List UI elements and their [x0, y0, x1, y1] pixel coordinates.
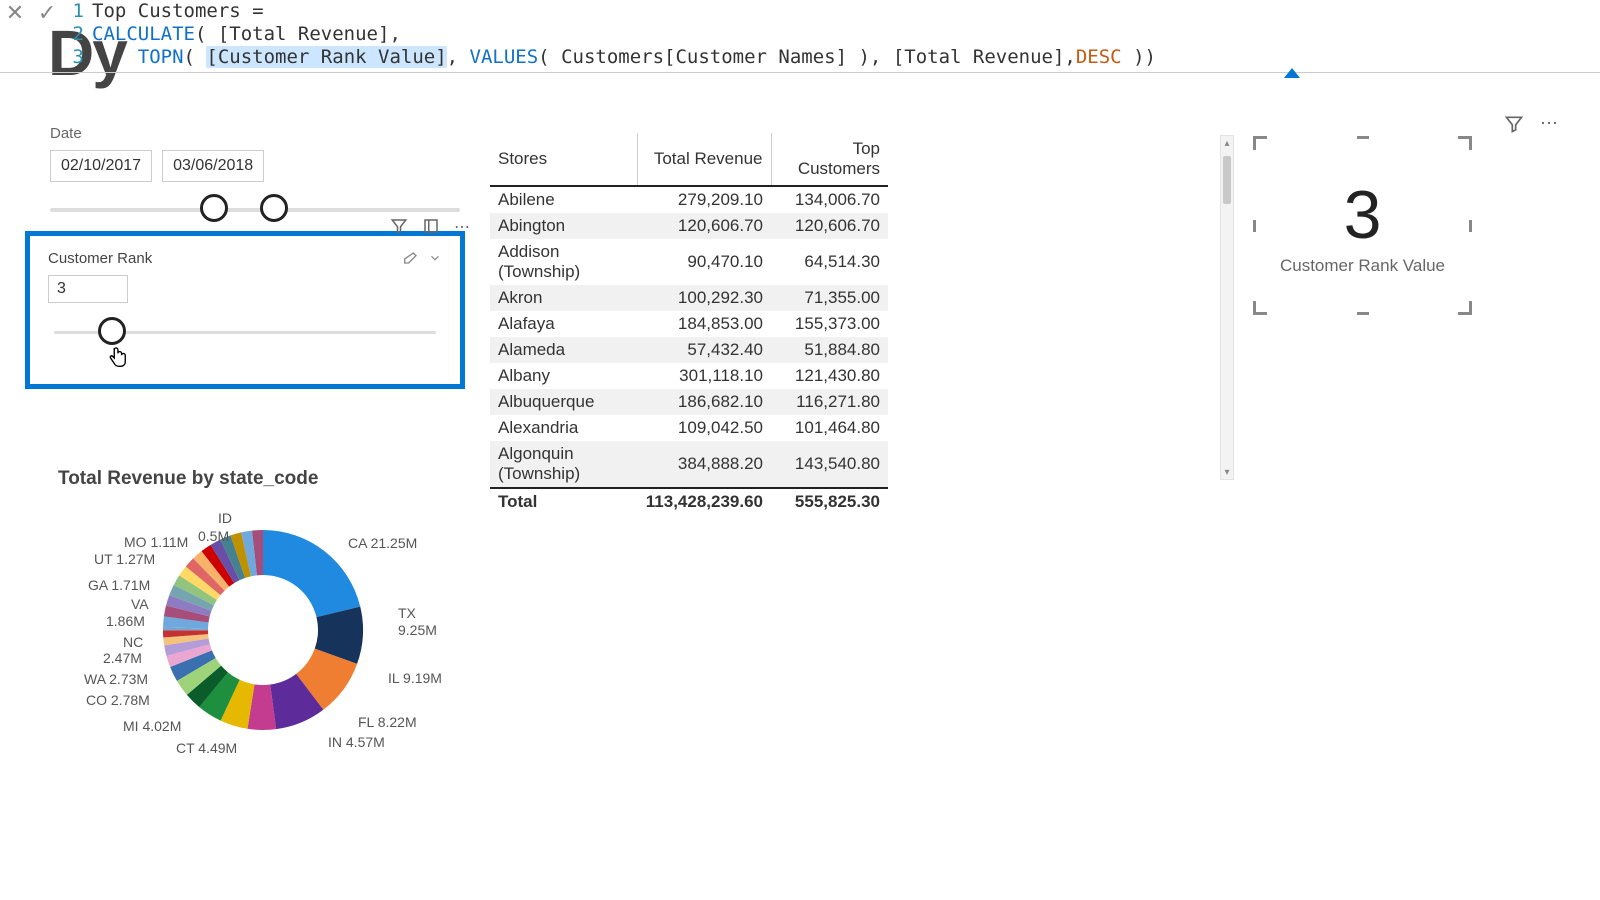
- donut-label: CA 21.25M: [348, 535, 417, 551]
- donut-title: Total Revenue by state_code: [58, 468, 488, 490]
- table-row[interactable]: Addison (Township)90,470.1064,514.30: [490, 239, 888, 285]
- col-top-customers[interactable]: Top Customers: [771, 133, 888, 186]
- rank-slider-handle[interactable]: [98, 317, 126, 345]
- donut-label: 1.86M: [106, 613, 145, 629]
- filter-icon[interactable]: [1504, 114, 1524, 134]
- donut-slice-CA[interactable]: [263, 530, 360, 617]
- date-slicer-title: Date: [50, 125, 460, 142]
- report-canvas: ⋯ Date 02/10/2017 03/06/2018 ⋯ Customer …: [0, 73, 1600, 900]
- scroll-thumb[interactable]: [1223, 156, 1231, 204]
- col-stores[interactable]: Stores: [490, 133, 638, 186]
- donut-chart[interactable]: Total Revenue by state_code CA 21.25M TX9…: [58, 468, 488, 780]
- date-slider-handle-from[interactable]: [200, 194, 228, 222]
- chevron-down-icon[interactable]: [428, 251, 442, 265]
- donut-label: VA: [131, 596, 149, 612]
- table-row[interactable]: Alexandria109,042.50101,464.80: [490, 415, 888, 441]
- date-from-input[interactable]: 02/10/2017: [50, 150, 152, 182]
- table-row[interactable]: Albany301,118.10121,430.80: [490, 363, 888, 389]
- formula-bar: ✕ ✓ 1Top Customers = 2CALCULATE( [Total …: [0, 0, 1600, 73]
- slicer-header-icons: ⋯: [390, 217, 472, 237]
- donut-label: 0.5M: [198, 528, 229, 544]
- highlighted-reference: [Customer Rank Value]: [206, 46, 446, 68]
- selection-handles[interactable]: [1255, 138, 1470, 313]
- filter-icon[interactable]: [390, 217, 408, 235]
- donut-label: CT 4.49M: [176, 740, 237, 756]
- date-to-input[interactable]: 03/06/2018: [162, 150, 264, 182]
- donut-label: TX: [398, 605, 416, 621]
- donut-label: FL 8.22M: [358, 714, 417, 730]
- donut-label: ID: [218, 510, 232, 526]
- donut-label: IL 9.19M: [388, 670, 442, 686]
- donut-label: UT 1.27M: [94, 551, 155, 567]
- date-slider-handle-to[interactable]: [260, 194, 288, 222]
- cursor-icon: [106, 345, 128, 377]
- more-icon[interactable]: ⋯: [454, 217, 472, 237]
- donut-label: MO 1.11M: [124, 534, 188, 550]
- table-row[interactable]: Alameda57,432.4051,884.80: [490, 337, 888, 363]
- eraser-icon[interactable]: [402, 251, 418, 267]
- formula-editor[interactable]: 1Top Customers = 2CALCULATE( [Total Reve…: [62, 0, 1600, 69]
- rank-value-input[interactable]: 3: [48, 275, 128, 303]
- donut-label: 2.47M: [103, 650, 142, 666]
- donut-label: GA 1.71M: [88, 577, 150, 593]
- table-row[interactable]: Abilene279,209.10134,006.70: [490, 186, 888, 213]
- rank-slider[interactable]: [54, 317, 436, 347]
- donut-label: WA 2.73M: [84, 671, 148, 687]
- dropdown-arrow-icon[interactable]: [1284, 68, 1300, 78]
- date-slicer[interactable]: Date 02/10/2017 03/06/2018: [50, 125, 460, 224]
- formula-cancel-button[interactable]: ✕: [4, 2, 26, 24]
- table-row[interactable]: Algonquin (Township)384,888.20143,540.80: [490, 441, 888, 488]
- rank-slicer-title: Customer Rank: [48, 250, 152, 267]
- customer-rank-slicer[interactable]: Customer Rank 3: [25, 231, 465, 389]
- table-row[interactable]: Alafaya184,853.00155,373.00: [490, 311, 888, 337]
- table-total-row: Total 113,428,239.60 555,825.30: [490, 488, 888, 515]
- table-scrollbar[interactable]: ▴ ▾: [1220, 135, 1234, 480]
- scroll-down-icon[interactable]: ▾: [1221, 465, 1233, 479]
- table-row[interactable]: Abington120,606.70120,606.70: [490, 213, 888, 239]
- scroll-up-icon[interactable]: ▴: [1221, 136, 1233, 150]
- formula-commit-button[interactable]: ✓: [36, 2, 58, 24]
- table-row[interactable]: Akron100,292.3071,355.00: [490, 285, 888, 311]
- donut-label: MI 4.02M: [123, 718, 181, 734]
- more-icon[interactable]: ⋯: [1540, 113, 1560, 134]
- donut-label: CO 2.78M: [86, 692, 150, 708]
- donut-label: IN 4.57M: [328, 734, 385, 750]
- customer-rank-card[interactable]: 3 Customer Rank Value: [1255, 138, 1470, 313]
- stores-table[interactable]: Stores Total Revenue Top Customers Abile…: [490, 133, 888, 483]
- donut-label: NC: [123, 634, 143, 650]
- table-row[interactable]: Albuquerque186,682.10116,271.80: [490, 389, 888, 415]
- col-revenue[interactable]: Total Revenue: [638, 133, 771, 186]
- donut-label: 9.25M: [398, 622, 437, 638]
- visual-header: ⋯: [1504, 113, 1560, 134]
- focus-icon[interactable]: [422, 217, 440, 235]
